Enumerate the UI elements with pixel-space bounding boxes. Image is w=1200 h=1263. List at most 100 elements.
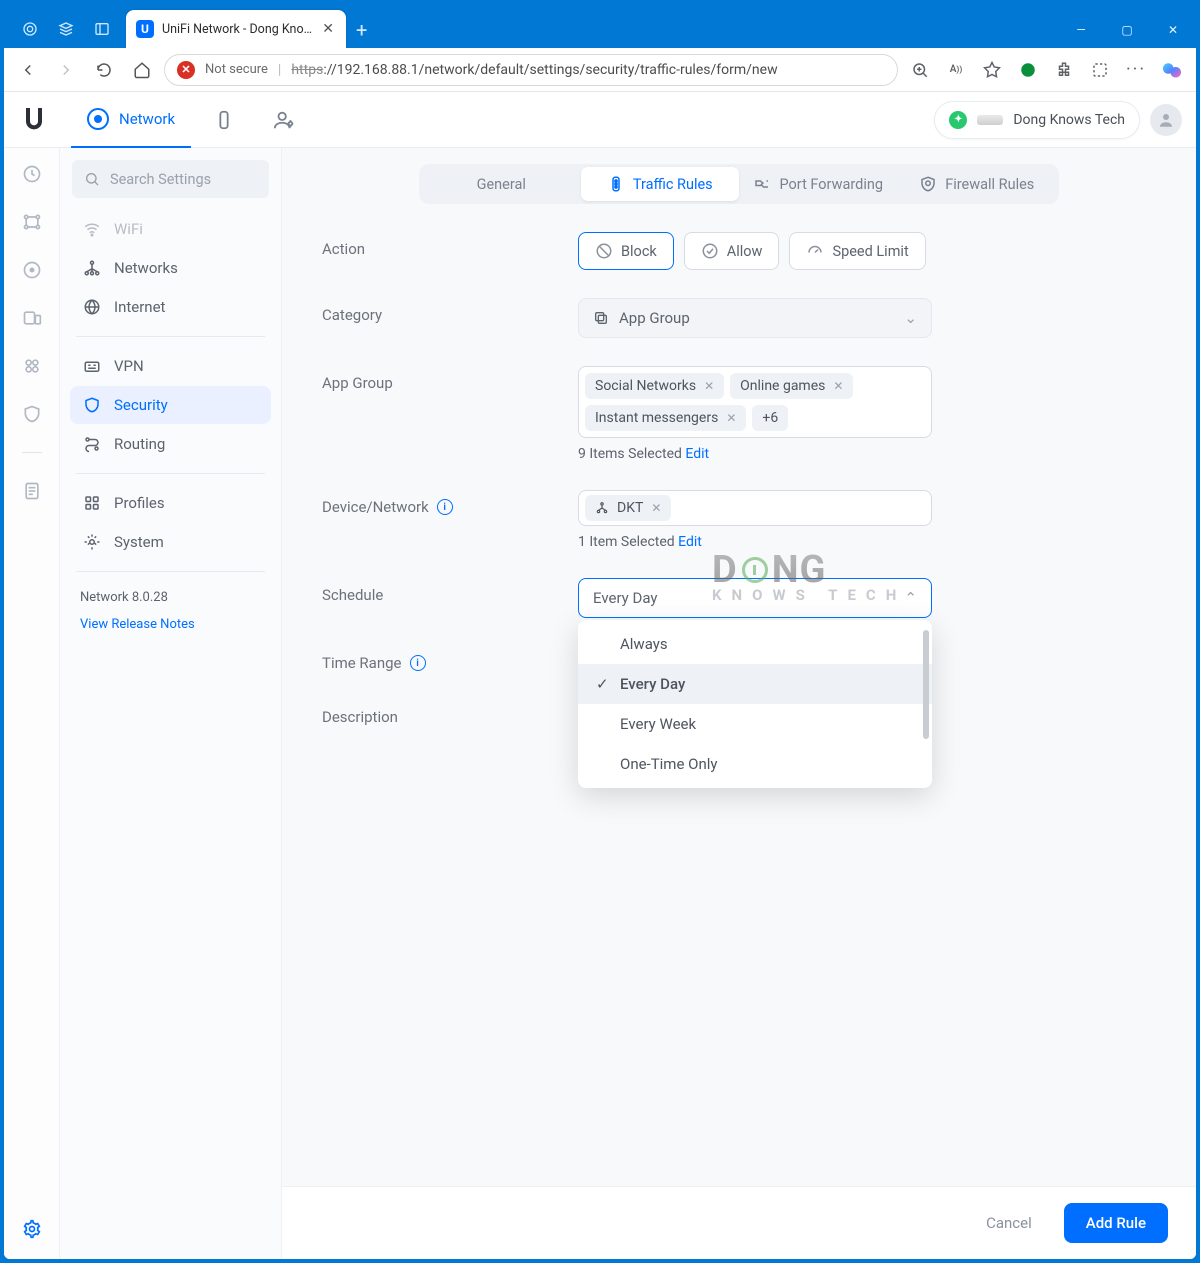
screenshot-icon[interactable] bbox=[1084, 54, 1116, 86]
app-group-chips[interactable]: Social Networks✕ Online games✕ Instant m… bbox=[578, 366, 932, 438]
home-button[interactable] bbox=[126, 54, 158, 86]
avatar-icon[interactable] bbox=[1150, 104, 1182, 136]
cancel-button[interactable]: Cancel bbox=[972, 1204, 1046, 1242]
schedule-value: Every Day bbox=[593, 589, 657, 607]
nav-wifi[interactable]: WiFi bbox=[70, 210, 271, 248]
more-icon[interactable]: ··· bbox=[1120, 54, 1152, 86]
row-app-group: App Group Social Networks✕ Online games✕… bbox=[322, 356, 1156, 472]
info-icon[interactable]: i bbox=[410, 655, 426, 671]
tab-port-forwarding[interactable]: Port Forwarding bbox=[739, 167, 898, 201]
close-tab-icon[interactable]: ✕ bbox=[320, 19, 336, 39]
vpn-icon bbox=[82, 356, 102, 376]
info-icon[interactable]: i bbox=[437, 499, 453, 515]
edit-app-group-link[interactable]: Edit bbox=[685, 446, 709, 462]
search-input[interactable]: Search Settings bbox=[72, 160, 269, 198]
titlebar: U UniFi Network - Dong Knows Tec ✕ + — ▢… bbox=[4, 4, 1196, 48]
search-icon bbox=[84, 171, 100, 187]
rail-clients-icon[interactable] bbox=[20, 354, 44, 378]
tab-firewall-rules[interactable]: Firewall Rules bbox=[898, 167, 1057, 201]
workspaces-icon[interactable] bbox=[48, 11, 84, 47]
gear-icon bbox=[82, 532, 102, 552]
device-chips[interactable]: DKT✕ bbox=[578, 490, 932, 526]
read-aloud-icon[interactable]: A)) bbox=[940, 54, 972, 86]
sidebar-icon[interactable] bbox=[84, 11, 120, 47]
tab-traffic-rules[interactable]: Traffic Rules bbox=[581, 167, 740, 201]
url-text: https://192.168.88.1/network/default/set… bbox=[291, 62, 777, 78]
close-icon[interactable]: ✕ bbox=[704, 379, 714, 393]
action-block-button[interactable]: Block bbox=[578, 232, 674, 270]
url-input[interactable]: ✕ Not secure | https://192.168.88.1/netw… bbox=[164, 54, 898, 86]
chip-messengers[interactable]: Instant messengers✕ bbox=[585, 405, 746, 431]
nav-security[interactable]: Security bbox=[70, 386, 271, 424]
browser-tab-active[interactable]: U UniFi Network - Dong Knows Tec ✕ bbox=[126, 10, 346, 48]
tab-strip: U UniFi Network - Dong Knows Tec ✕ + bbox=[126, 10, 377, 48]
dropdown-scrollbar[interactable] bbox=[922, 626, 930, 782]
minimize-button[interactable]: — bbox=[1058, 12, 1104, 48]
release-notes-link[interactable]: View Release Notes bbox=[68, 613, 273, 636]
close-icon[interactable]: ✕ bbox=[726, 411, 736, 425]
chip-more[interactable]: +6 bbox=[752, 405, 788, 431]
status-icon: ✦ bbox=[949, 111, 967, 129]
rail-logs-icon[interactable] bbox=[20, 479, 44, 503]
header-tab-network[interactable]: Network bbox=[71, 92, 191, 148]
rail-dashboard-icon[interactable] bbox=[20, 162, 44, 186]
extensions-icon[interactable] bbox=[1048, 54, 1080, 86]
account-pill[interactable]: ✦ Dong Knows Tech bbox=[934, 101, 1140, 139]
nav-routing[interactable]: Routing bbox=[70, 425, 271, 463]
ext1-icon[interactable] bbox=[1012, 54, 1044, 86]
chip-social[interactable]: Social Networks✕ bbox=[585, 373, 724, 399]
dd-opt-every-day[interactable]: ✓Every Day bbox=[578, 664, 932, 704]
nav-vpn[interactable]: VPN bbox=[70, 347, 271, 385]
rail-devices-icon[interactable] bbox=[20, 306, 44, 330]
row-device: Device/Networki DKT✕ 1 Item Selected Edi… bbox=[322, 480, 1156, 560]
rail-radar-icon[interactable] bbox=[20, 258, 44, 282]
label-device: Device/Networki bbox=[322, 490, 578, 516]
action-speed-limit-button[interactable]: Speed Limit bbox=[789, 232, 925, 270]
chip-games[interactable]: Online games✕ bbox=[730, 373, 853, 399]
row-schedule: Schedule Every Day ⌃ Always ✓Every Day E… bbox=[322, 568, 1156, 628]
close-icon[interactable]: ✕ bbox=[833, 379, 843, 393]
action-allow-button[interactable]: Allow bbox=[684, 232, 780, 270]
account-name: Dong Knows Tech bbox=[1013, 112, 1125, 128]
titlebar-left: U UniFi Network - Dong Knows Tec ✕ + bbox=[4, 10, 377, 48]
edit-device-link[interactable]: Edit bbox=[678, 534, 702, 550]
rail-settings-icon[interactable] bbox=[20, 1217, 44, 1241]
copilot-icon[interactable] bbox=[1156, 54, 1188, 86]
refresh-button[interactable] bbox=[88, 54, 120, 86]
back-button[interactable] bbox=[12, 54, 44, 86]
label-category: Category bbox=[322, 298, 578, 324]
main-panel: General Traffic Rules Port Forwarding Fi… bbox=[282, 148, 1196, 1259]
chip-dkt[interactable]: DKT✕ bbox=[585, 495, 671, 521]
header-right: ✦ Dong Knows Tech bbox=[934, 101, 1182, 139]
header-tab-users[interactable] bbox=[257, 92, 311, 148]
dd-opt-one-time[interactable]: One-Time Only bbox=[578, 744, 932, 784]
favorite-icon[interactable] bbox=[976, 54, 1008, 86]
app-icon[interactable] bbox=[12, 11, 48, 47]
nav-networks[interactable]: Networks bbox=[70, 249, 271, 287]
forward-button[interactable] bbox=[50, 54, 82, 86]
nav-system[interactable]: System bbox=[70, 523, 271, 561]
close-button[interactable]: ✕ bbox=[1150, 12, 1196, 48]
header-tab-devices[interactable] bbox=[197, 92, 251, 148]
window-controls: — ▢ ✕ bbox=[1058, 12, 1196, 48]
zoom-icon[interactable] bbox=[904, 54, 936, 86]
add-rule-button[interactable]: Add Rule bbox=[1064, 1203, 1168, 1243]
row-category: Category App Group ⌄ bbox=[322, 288, 1156, 348]
rail-topology-icon[interactable] bbox=[20, 210, 44, 234]
rail-security-icon[interactable] bbox=[20, 402, 44, 426]
dd-opt-always[interactable]: Always bbox=[578, 624, 932, 664]
schedule-select[interactable]: Every Day ⌃ bbox=[578, 578, 932, 618]
search-placeholder: Search Settings bbox=[110, 171, 211, 188]
category-select[interactable]: App Group ⌄ bbox=[578, 298, 932, 338]
nav-profiles[interactable]: Profiles bbox=[70, 484, 271, 522]
dd-opt-every-week[interactable]: Every Week bbox=[578, 704, 932, 744]
new-tab-button[interactable]: + bbox=[346, 12, 377, 48]
label-time-range: Time Rangei bbox=[322, 646, 578, 672]
network-icon bbox=[595, 501, 609, 515]
schedule-dropdown: Always ✓Every Day Every Week One-Time On… bbox=[578, 620, 932, 788]
tab-general[interactable]: General bbox=[422, 167, 581, 201]
nav-internet[interactable]: Internet bbox=[70, 288, 271, 326]
unifi-logo-icon[interactable] bbox=[18, 102, 50, 138]
close-icon[interactable]: ✕ bbox=[651, 501, 661, 515]
maximize-button[interactable]: ▢ bbox=[1104, 12, 1150, 48]
